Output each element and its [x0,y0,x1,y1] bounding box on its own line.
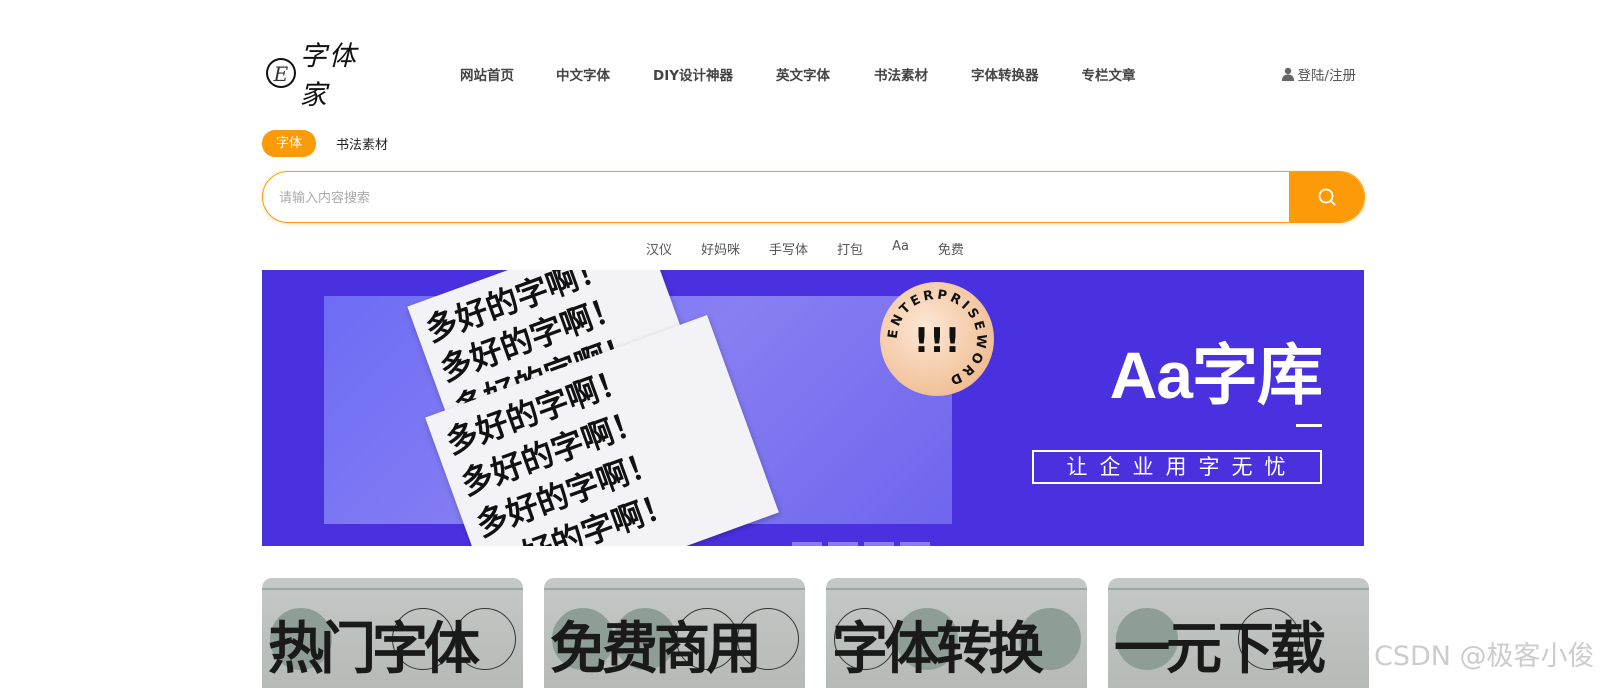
nav-english-fonts[interactable]: 英文字体 [776,64,830,84]
carousel-dot[interactable] [828,542,858,546]
card-label: 一元下载 [1114,616,1326,682]
tab-calligraphy[interactable]: 书法素材 [336,134,388,153]
hot-keyword[interactable]: 汉仪 [646,239,672,258]
card-label: 热门字体 [268,616,480,682]
search-icon [1318,188,1335,206]
carousel-dot[interactable] [792,542,822,546]
hot-keyword[interactable]: Aa [892,239,909,258]
watermark: CSDN @极客小俊 [1374,641,1595,672]
search-type-tabs: 字体 书法素材 [262,130,388,157]
category-cards: 热门字体 免费商用 字体转换 一元下载 [262,578,1369,688]
enterprise-badge: ENTERPRISEWORD !!! [880,282,994,396]
card-label: 字体转换 [832,616,1044,682]
nav-diy-designer[interactable]: DIY设计神器 [653,64,733,84]
tab-fonts[interactable]: 字体 [262,130,317,157]
hot-keyword[interactable]: 手写体 [769,239,808,258]
login-link[interactable]: 登陆/注册 [1282,64,1356,84]
banner-dash [1296,424,1322,427]
card-font-convert[interactable]: 字体转换 [826,578,1087,688]
hot-keyword[interactable]: 免费 [938,239,964,258]
logo-text: 字体家 [299,41,358,111]
badge-ring-text: ENTERPRISEWORD !!! [886,288,986,389]
carousel-dot[interactable] [864,542,894,546]
site-header: E 字体家 网站首页 中文字体 DIY设计神器 英文字体 书法素材 字体转换器 … [262,41,1364,111]
login-label: 登陆/注册 [1297,68,1356,84]
carousel-indicators [792,542,930,546]
nav-articles[interactable]: 专栏文章 [1082,64,1136,84]
banner-slogan: 让企业用字无忧 [1032,450,1322,484]
hot-keyword[interactable]: 好妈咪 [701,239,740,258]
nav-calligraphy[interactable]: 书法素材 [874,64,928,84]
banner-title: Aa字库 [1109,338,1323,412]
search-input[interactable] [263,172,1311,222]
svg-text:!!!: !!! [914,321,961,361]
card-free-commercial[interactable]: 免费商用 [544,578,805,688]
site-logo[interactable]: E 字体家 [266,41,386,111]
main-nav: 网站首页 中文字体 DIY设计神器 英文字体 书法素材 字体转换器 专栏文章 [460,64,1136,84]
nav-chinese-fonts[interactable]: 中文字体 [556,64,610,84]
card-strip [262,588,523,590]
carousel-dot[interactable] [900,542,930,546]
nav-home[interactable]: 网站首页 [460,64,514,84]
hot-keyword[interactable]: 打包 [837,239,863,258]
hero-banner[interactable]: 多好的字啊！ 多好的字啊！ 多好的字啊！ 多好的字啊！ 多好的字啊！ 多好的字啊… [262,270,1364,546]
card-strip [1108,588,1369,590]
card-strip [544,588,805,590]
search-bar [262,171,1365,223]
card-one-yuan-download[interactable]: 一元下载 [1108,578,1369,688]
user-icon [1282,67,1295,81]
logo-mark: E [266,58,296,88]
nav-font-converter[interactable]: 字体转换器 [971,64,1039,84]
card-strip [826,588,1087,590]
card-hot-fonts[interactable]: 热门字体 [262,578,523,688]
hot-keywords: 汉仪 好妈咪 手写体 打包 Aa 免费 [646,239,993,258]
card-label: 免费商用 [550,616,762,682]
search-button[interactable] [1289,172,1364,222]
